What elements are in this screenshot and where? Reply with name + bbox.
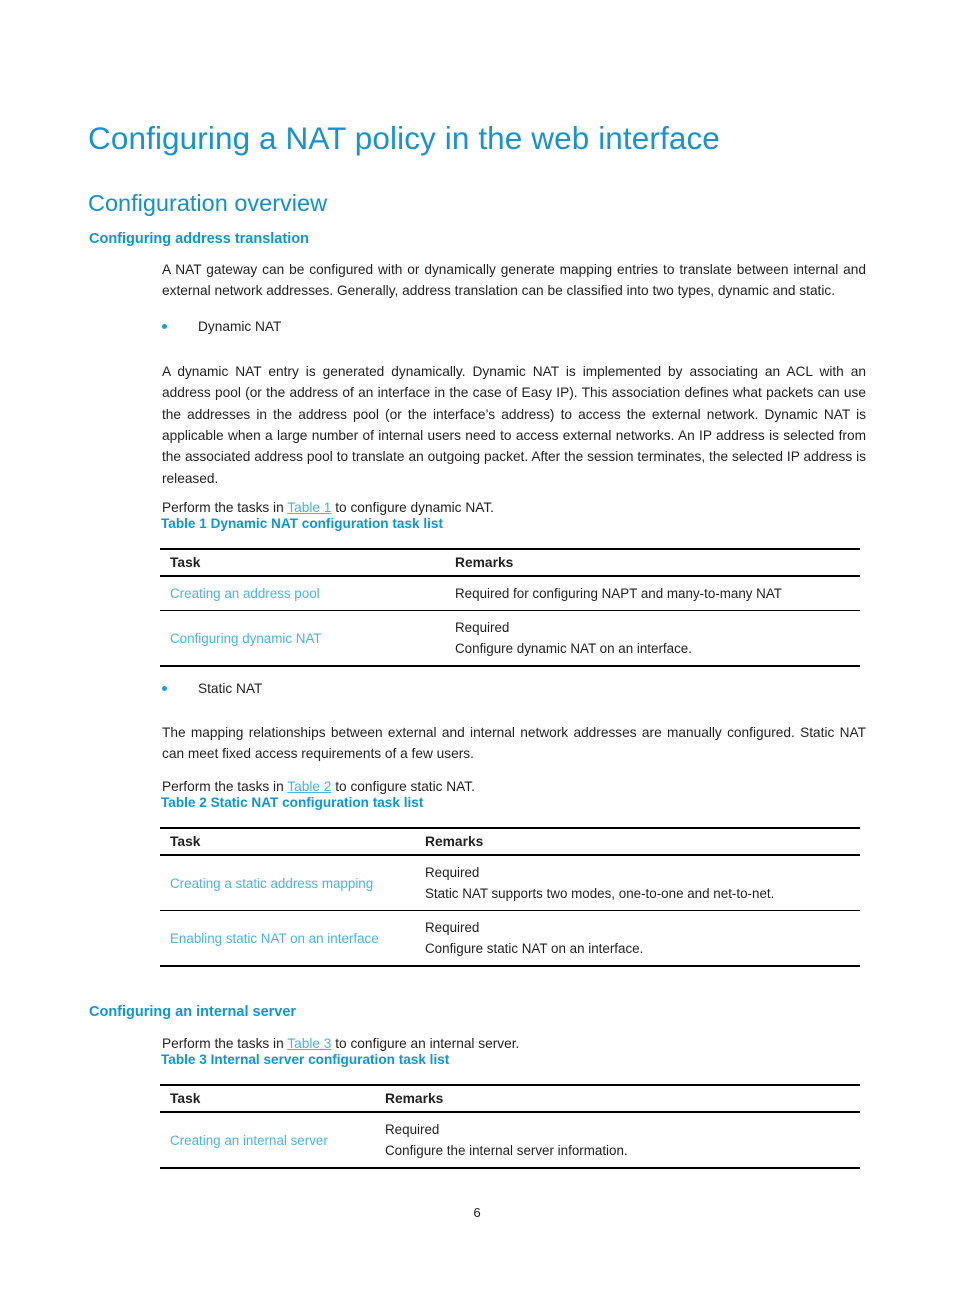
perform-text-prefix-3: Perform the tasks in xyxy=(162,1035,288,1051)
remark-line-1: Required for configuring NAPT and many-t… xyxy=(455,586,782,601)
table-caption-1: Table 1 Dynamic NAT configuration task l… xyxy=(161,516,443,531)
table-row: Enabling static NAT on an interface Requ… xyxy=(160,910,860,967)
bullet-dot-icon xyxy=(162,324,167,329)
table-row: Creating a static address mapping Requir… xyxy=(160,855,860,911)
paragraph-dynamic-nat-description: A dynamic NAT entry is generated dynamic… xyxy=(162,363,866,486)
table-caption-2: Table 2 Static NAT configuration task li… xyxy=(161,795,424,810)
table-dynamic-nat-task-list: Task Remarks Creating an address pool Re… xyxy=(160,548,860,667)
remark-line-1: Required xyxy=(425,865,480,880)
table-caption-3: Table 3 Internal server configuration ta… xyxy=(161,1052,450,1067)
paragraph-static-nat-description: The mapping relationships between extern… xyxy=(162,724,866,762)
table-header-row: Task Remarks xyxy=(160,827,860,856)
subsection-heading-configuring-an-internal-server: Configuring an internal server xyxy=(89,1003,297,1020)
remark-line-2: Static NAT supports two modes, one-to-on… xyxy=(425,886,775,901)
section-heading-configuration-overview: Configuration overview xyxy=(88,189,328,216)
link-table-3[interactable]: Table 3 xyxy=(287,1036,331,1051)
link-enabling-static-nat-on-an-interface[interactable]: Enabling static NAT on an interface xyxy=(170,931,379,946)
perform-text-suffix-1: to configure dynamic NAT. xyxy=(331,499,494,515)
link-table-2[interactable]: Table 2 xyxy=(287,779,331,794)
remark-line-1: Required xyxy=(385,1122,440,1137)
bullet-label-static-nat: Static NAT xyxy=(198,681,263,696)
perform-text-prefix-1: Perform the tasks in xyxy=(162,499,288,515)
column-header-remarks: Remarks xyxy=(445,548,860,577)
table-cell-task[interactable]: Creating an internal server xyxy=(160,1112,375,1169)
table-cell-remarks: Required Configure the internal server i… xyxy=(375,1112,860,1169)
table-static-nat-task-list: Task Remarks Creating a static address m… xyxy=(160,827,860,967)
table-cell-task[interactable]: Enabling static NAT on an interface xyxy=(160,910,415,967)
table-cell-remarks: Required for configuring NAPT and many-t… xyxy=(445,576,860,611)
link-table-1[interactable]: Table 1 xyxy=(287,500,331,515)
column-header-remarks: Remarks xyxy=(375,1084,860,1113)
table-cell-task[interactable]: Configuring dynamic NAT xyxy=(160,610,445,667)
table-internal-server-task-list: Task Remarks Creating an internal server… xyxy=(160,1084,860,1169)
page-title: Configuring a NAT policy in the web inte… xyxy=(88,120,720,157)
table-cell-remarks: Required Configure dynamic NAT on an int… xyxy=(445,610,860,667)
table-cell-task[interactable]: Creating an address pool xyxy=(160,576,445,611)
bullet-dot-icon xyxy=(162,686,167,691)
perform-text-suffix-3: to configure an internal server. xyxy=(331,1035,520,1051)
link-creating-an-address-pool[interactable]: Creating an address pool xyxy=(170,586,320,601)
remark-line-2: Configure the internal server informatio… xyxy=(385,1143,628,1158)
table-header-row: Task Remarks xyxy=(160,1084,860,1113)
perform-text-suffix-2: to configure static NAT. xyxy=(331,778,475,794)
column-header-task: Task xyxy=(160,548,445,577)
perform-text-prefix-2: Perform the tasks in xyxy=(162,778,288,794)
table-row: Creating an internal server Required Con… xyxy=(160,1112,860,1169)
paragraph-address-translation-intro: A NAT gateway can be configured with or … xyxy=(162,261,866,299)
remark-line-1: Required xyxy=(425,920,480,935)
remark-line-1: Required xyxy=(455,620,510,635)
remark-line-2: Configure dynamic NAT on an interface. xyxy=(455,641,692,656)
link-configuring-dynamic-nat[interactable]: Configuring dynamic NAT xyxy=(170,631,322,646)
table-cell-remarks: Required Static NAT supports two modes, … xyxy=(415,855,860,911)
table-cell-remarks: Required Configure static NAT on an inte… xyxy=(415,910,860,967)
table-header-row: Task Remarks xyxy=(160,548,860,577)
document-page: Configuring a NAT policy in the web inte… xyxy=(0,0,954,1296)
column-header-remarks: Remarks xyxy=(415,827,860,856)
table-row: Creating an address pool Required for co… xyxy=(160,576,860,611)
remark-line-2: Configure static NAT on an interface. xyxy=(425,941,644,956)
link-creating-a-static-address-mapping[interactable]: Creating a static address mapping xyxy=(170,876,373,891)
bullet-label-dynamic-nat: Dynamic NAT xyxy=(198,319,282,334)
table-row: Configuring dynamic NAT Required Configu… xyxy=(160,610,860,667)
column-header-task: Task xyxy=(160,827,415,856)
link-creating-an-internal-server[interactable]: Creating an internal server xyxy=(170,1133,328,1148)
table-cell-task[interactable]: Creating a static address mapping xyxy=(160,855,415,911)
bullet-item-dynamic-nat: Dynamic NAT xyxy=(162,316,866,337)
subsection-heading-configuring-address-translation: Configuring address translation xyxy=(89,230,309,247)
bullet-item-static-nat: Static NAT xyxy=(162,678,866,699)
column-header-task: Task xyxy=(160,1084,375,1113)
page-number: 6 xyxy=(473,1205,481,1220)
